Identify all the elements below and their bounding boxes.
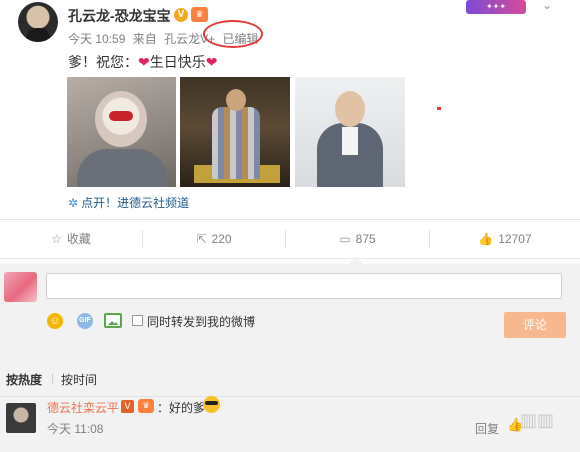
watermark-logo: ▥▥ xyxy=(520,410,555,430)
post-text-highlight: 生日快乐 xyxy=(149,54,206,70)
thumbs-up-icon: 👍 xyxy=(478,232,494,246)
comment-button[interactable]: ▭ 875 xyxy=(286,220,429,258)
verified-badge: V xyxy=(121,400,134,413)
repost-count: 220 xyxy=(211,232,232,246)
verified-badge: V xyxy=(174,8,188,22)
annotation-circle xyxy=(203,20,263,48)
member-icon: ♛ xyxy=(191,7,208,22)
reply-button[interactable]: 回复 xyxy=(475,420,499,437)
heart-icon: ❤ xyxy=(205,54,218,70)
sort-by-time-tab[interactable]: 按时间 xyxy=(61,371,97,388)
comment-avatar[interactable] xyxy=(6,403,36,433)
share-icon: ⇱ xyxy=(196,232,207,246)
channel-icon: ✲ xyxy=(68,196,79,210)
repost-checkbox[interactable] xyxy=(132,315,143,326)
emoji-icon[interactable]: ☺ xyxy=(47,313,63,329)
gif-icon[interactable]: GIF xyxy=(77,313,93,329)
sort-by-hot-tab[interactable]: 按热度 xyxy=(6,371,42,388)
star-icon: ☆ xyxy=(51,232,62,246)
chevron-down-icon[interactable]: ⌄ xyxy=(542,0,552,12)
favorite-button[interactable]: ☆ 收藏 xyxy=(0,220,142,258)
heart-icon: ❤ xyxy=(138,54,150,70)
source-prefix: 来自 xyxy=(132,32,157,46)
photo-thumbnail[interactable] xyxy=(180,77,290,187)
channel-link[interactable]: ✲ 点开！进德云社频道 xyxy=(68,194,189,211)
photo-thumbnail[interactable] xyxy=(67,77,176,187)
image-icon[interactable] xyxy=(104,313,122,328)
photo-thumbnail[interactable] xyxy=(295,77,405,187)
author-avatar[interactable] xyxy=(18,2,58,42)
member-icon: ♛ xyxy=(138,399,154,413)
comment-time: 今天 11:08 xyxy=(47,422,104,436)
post-text: 爹！祝您：❤生日快乐❤ xyxy=(68,52,217,72)
repost-button[interactable]: ⇱ 220 xyxy=(143,220,285,258)
promo-badge[interactable]: ✦✦✦ xyxy=(466,0,526,14)
favorite-label: 收藏 xyxy=(66,232,91,246)
comment-input[interactable] xyxy=(46,273,562,299)
post-time[interactable]: 今天 10:59 xyxy=(68,32,125,46)
channel-link-label: 点开！进德云社频道 xyxy=(81,196,190,210)
my-avatar[interactable] xyxy=(4,272,37,302)
cool-emoji-icon xyxy=(203,396,220,413)
action-bar: ☆ 收藏 ⇱ 220 ▭ 875 👍 12707 xyxy=(0,219,580,259)
comment-icon: ▭ xyxy=(339,232,351,246)
stray-mark xyxy=(437,107,441,110)
post-text-prefix: 爹！祝您： xyxy=(68,54,138,70)
panel-caret xyxy=(349,257,363,264)
comment-author[interactable]: 德云社栾云平 xyxy=(47,399,119,416)
sort-divider: | xyxy=(51,371,55,385)
comment-count: 875 xyxy=(355,232,376,246)
repost-checkbox-label[interactable]: 同时转发到我的微博 xyxy=(147,313,255,330)
like-count: 12707 xyxy=(498,232,532,246)
author-name[interactable]: 孔云龙-恐龙宝宝 xyxy=(68,6,171,26)
comment-text: ：好的爹 xyxy=(157,401,206,415)
like-button[interactable]: 👍 12707 xyxy=(430,220,580,258)
submit-comment-button[interactable]: 评论 xyxy=(504,312,566,338)
